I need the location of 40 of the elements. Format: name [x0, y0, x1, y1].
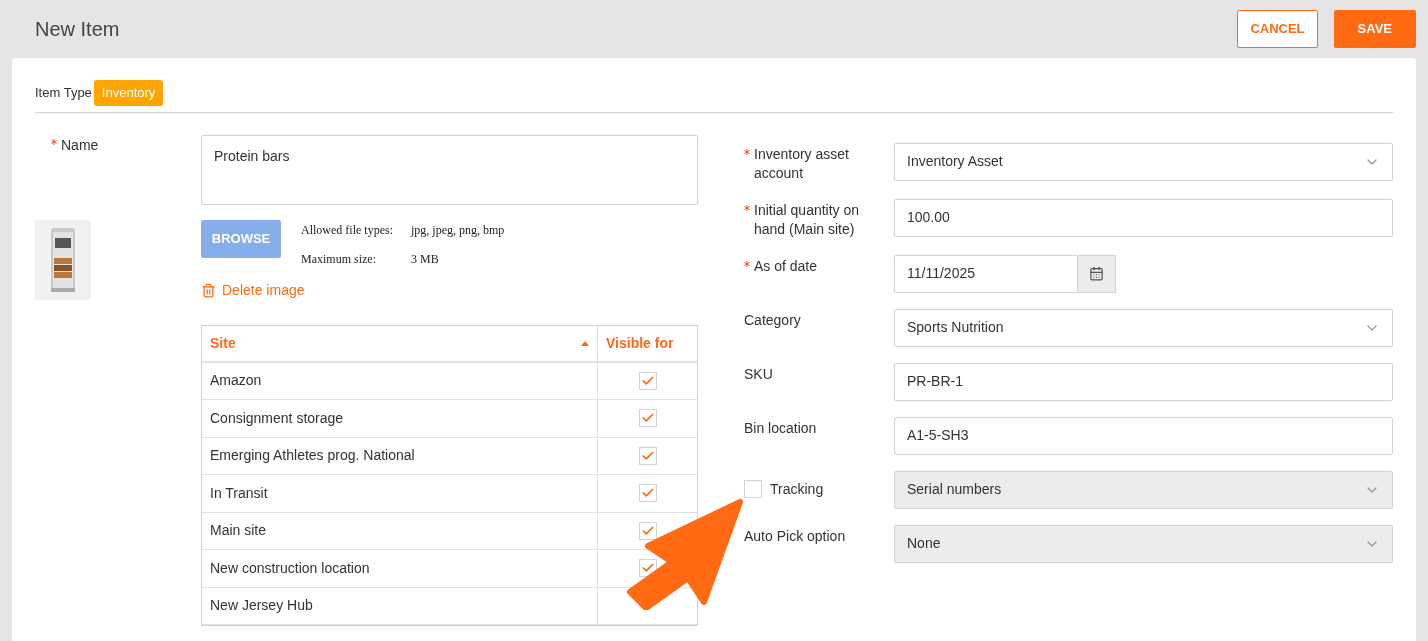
select-field[interactable]: Sports Nutrition — [894, 308, 1393, 347]
field-label: Initial quantity on hand (Main site) — [754, 200, 861, 239]
table-cell: Consignment storage — [202, 400, 598, 437]
table-cell: Main site — [202, 512, 598, 549]
visible-checkbox[interactable] — [638, 446, 657, 465]
info-value: jpg, jpeg, png, bmp — [411, 221, 505, 239]
page-title: New Item — [35, 17, 120, 42]
table-cell: In Transit — [202, 475, 598, 512]
field-label: As of date — [754, 256, 818, 276]
visible-checkbox[interactable] — [638, 559, 657, 578]
item-type-label: Item Type — [35, 84, 92, 102]
visible-checkbox[interactable] — [638, 409, 657, 428]
calendar-button[interactable] — [1078, 254, 1116, 293]
table-cell: Emerging Athletes prog. National — [202, 437, 598, 474]
arrow-icon — [626, 498, 746, 610]
table-cell: New construction location — [202, 550, 598, 587]
trash-icon — [201, 282, 216, 298]
field-label: Tracking — [770, 479, 824, 499]
info-value: 3 MB — [411, 250, 440, 268]
field-label: Bin location — [744, 418, 817, 438]
date-field[interactable]: 11/11/2025 — [894, 254, 1078, 293]
input-field[interactable]: A1-5-SH3 — [894, 416, 1393, 455]
visible-checkbox[interactable] — [638, 371, 657, 390]
select-field[interactable]: Inventory Asset — [894, 142, 1393, 181]
name-field[interactable]: Protein bars — [201, 134, 698, 205]
field-label: SKU — [744, 364, 773, 384]
info-label: Maximum size: — [301, 250, 377, 268]
field-label: Name — [61, 135, 99, 155]
field-label: Auto Pick option — [744, 526, 846, 546]
field-label: Category — [744, 310, 801, 330]
info-label: Allowed file types: — [301, 221, 394, 239]
table-cell: Amazon — [202, 362, 598, 399]
item-type-badge: Inventory — [93, 80, 164, 106]
input-field[interactable]: 100.00 — [894, 198, 1393, 237]
visible-checkbox[interactable] — [638, 484, 657, 503]
input-field[interactable]: PR-BR-1 — [894, 362, 1393, 401]
visible-checkbox[interactable] — [638, 521, 657, 540]
field-label: Inventory asset account — [754, 144, 850, 183]
table-cell: New Jersey Hub — [202, 587, 598, 624]
calendar-icon — [1089, 266, 1104, 281]
